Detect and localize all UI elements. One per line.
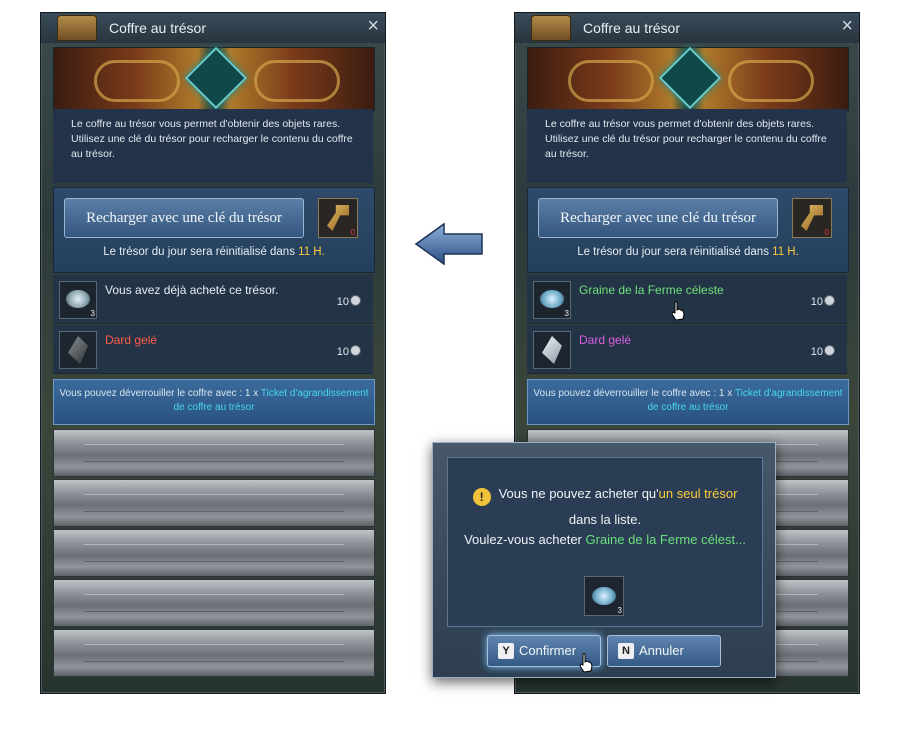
item-slot: 3 — [533, 281, 571, 319]
title-bar: Coffre au trésor × — [515, 13, 859, 43]
hand-cursor-icon — [579, 653, 593, 673]
item-stack-count: 3 — [617, 606, 622, 615]
confirm-label: Confirmer — [519, 643, 577, 658]
hand-cursor-icon — [671, 301, 685, 321]
recharge-section: Recharger avec une clé du trésor 0 Le tr… — [53, 187, 375, 273]
left-arrow-icon — [414, 222, 483, 266]
cancel-key-hint: N — [618, 643, 634, 659]
coin-icon — [350, 345, 361, 356]
item-price-value: 10 — [810, 346, 823, 358]
unlock-label: Vous pouvez déverrouiller le coffre avec… — [59, 388, 259, 399]
unlock-slot-row[interactable]: Vous pouvez déverrouiller le coffre avec… — [53, 379, 375, 425]
unlock-text: Vous pouvez déverrouiller le coffre avec… — [54, 387, 374, 415]
seed-item-icon — [592, 587, 616, 605]
reset-timer: Le trésor du jour sera réinitialisé dans… — [528, 246, 848, 258]
treasure-item-row[interactable]: 3 Graine de la Ferme céleste 10 — [527, 275, 847, 324]
item-price: 10 — [337, 295, 361, 308]
purchase-confirm-dialog: ! Vous ne pouvez acheter qu'un seul tréso… — [432, 442, 776, 678]
item-slot — [59, 331, 97, 369]
chest-banner-image — [53, 46, 375, 111]
description-text: Le coffre au trésor vous permet d'obteni… — [545, 118, 827, 160]
description-box: Le coffre au trésor vous permet d'obteni… — [53, 109, 373, 183]
recharge-section: Recharger avec une clé du trésor 0 Le tr… — [527, 187, 849, 273]
item-stack-count: 3 — [564, 309, 569, 318]
item-name: Dard gelé — [105, 333, 158, 347]
unlock-slot-row[interactable]: Vous pouvez déverrouiller le coffre avec… — [527, 379, 849, 425]
chest-banner-image — [527, 46, 849, 111]
window-title: Coffre au trésor — [583, 20, 681, 36]
dialog-line-1-highlight: un seul trésor — [658, 486, 738, 501]
locked-slot — [53, 629, 375, 677]
dialog-message-box: ! Vous ne pouvez acheter qu'un seul tréso… — [447, 457, 763, 627]
treasure-item-row[interactable]: Dard gelé 10 — [53, 325, 373, 374]
dialog-line-1: ! Vous ne pouvez acheter qu'un seul tréso… — [448, 486, 762, 506]
confirm-key-hint: Y — [498, 643, 514, 659]
cancel-button[interactable]: N Annuler — [607, 635, 721, 667]
treasure-key-icon — [327, 205, 349, 231]
treasure-chest-window-left: Coffre au trésor × Le coffre au trésor v… — [40, 12, 386, 694]
dialog-item-name: Graine de la Ferme célest... — [585, 532, 746, 547]
description-box: Le coffre au trésor vous permet d'obteni… — [527, 109, 847, 183]
dialog-line-3: Voulez-vous acheter Graine de la Ferme c… — [448, 532, 762, 547]
close-icon[interactable]: × — [367, 15, 379, 37]
coin-icon — [824, 345, 835, 356]
treasure-key-slot[interactable]: 0 — [792, 198, 832, 238]
treasure-item-row[interactable]: 3 Vous avez déjà acheté ce trésor. 10 — [53, 275, 373, 324]
item-name: Graine de la Ferme céleste — [579, 283, 724, 297]
dialog-item-slot: 3 — [584, 576, 624, 616]
dialog-line-1-prefix: Vous ne pouvez acheter qu' — [498, 486, 659, 501]
item-slot: 3 — [59, 281, 97, 319]
cancel-label: Annuler — [639, 643, 684, 658]
item-name: Vous avez déjà acheté ce trésor. — [105, 283, 279, 297]
item-price: 10 — [337, 345, 361, 358]
close-icon[interactable]: × — [841, 15, 853, 37]
coin-icon — [350, 295, 361, 306]
emblem-icon — [658, 46, 722, 110]
reset-value: 11 H. — [298, 246, 325, 258]
frozen-dart-item-icon — [68, 336, 88, 364]
treasure-key-slot[interactable]: 0 — [318, 198, 358, 238]
treasure-chest-icon — [57, 15, 97, 41]
treasure-chest-icon — [531, 15, 571, 41]
item-price-value: 10 — [336, 346, 349, 358]
key-count: 0 — [824, 228, 829, 237]
title-bar: Coffre au trésor × — [41, 13, 385, 43]
dialog-line-2: dans la liste. — [568, 512, 642, 527]
recharge-with-key-button[interactable]: Recharger avec une clé du trésor — [538, 198, 778, 238]
item-stack-count: 3 — [90, 309, 95, 318]
item-slot — [533, 331, 571, 369]
unlock-label: Vous pouvez déverrouiller le coffre avec… — [533, 388, 733, 399]
warning-icon: ! — [472, 488, 491, 506]
item-price-value: 10 — [336, 296, 349, 308]
locked-slot — [53, 429, 375, 477]
unlock-text: Vous pouvez déverrouiller le coffre avec… — [528, 387, 848, 415]
key-count: 0 — [350, 228, 355, 237]
locked-slot — [53, 479, 375, 527]
recharge-with-key-button[interactable]: Recharger avec une clé du trésor — [64, 198, 304, 238]
description-text: Le coffre au trésor vous permet d'obteni… — [71, 118, 353, 160]
window-title: Coffre au trésor — [109, 20, 207, 36]
reset-label: Le trésor du jour sera réinitialisé dans — [577, 246, 769, 258]
frozen-dart-item-icon — [542, 336, 562, 364]
item-name: Dard gelé — [579, 333, 632, 347]
coin-icon — [824, 295, 835, 306]
locked-slot — [53, 579, 375, 627]
reset-value: 11 H. — [772, 246, 799, 258]
item-price-value: 10 — [810, 296, 823, 308]
seed-item-icon — [66, 290, 90, 308]
item-price: 10 — [811, 295, 835, 308]
locked-slot — [53, 529, 375, 577]
reset-timer: Le trésor du jour sera réinitialisé dans… — [54, 246, 374, 258]
treasure-key-icon — [801, 205, 823, 231]
treasure-item-row[interactable]: Dard gelé 10 — [527, 325, 847, 374]
reset-label: Le trésor du jour sera réinitialisé dans — [103, 246, 295, 258]
emblem-icon — [184, 46, 248, 110]
dialog-line-3-prefix: Voulez-vous acheter — [464, 532, 582, 547]
seed-item-icon — [540, 290, 564, 308]
item-price: 10 — [811, 345, 835, 358]
